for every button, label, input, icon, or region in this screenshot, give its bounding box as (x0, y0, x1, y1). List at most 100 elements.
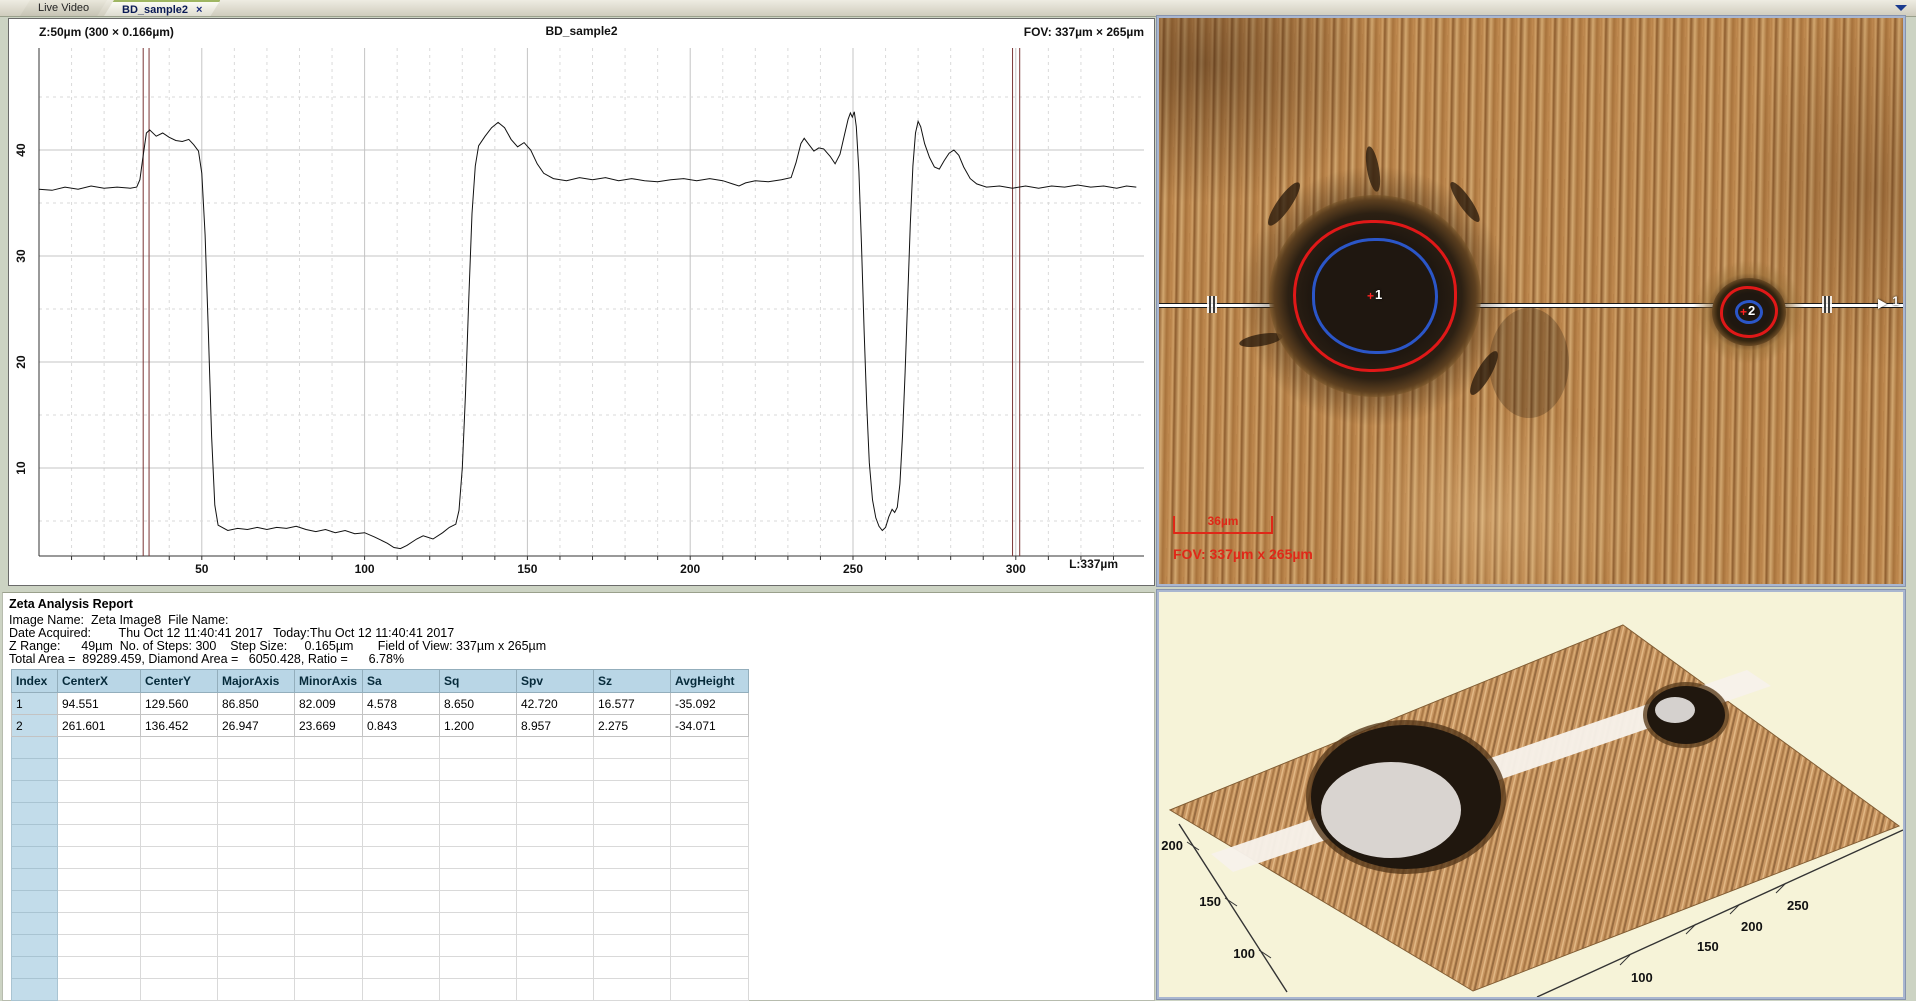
tab-live-video[interactable]: Live Video (20, 0, 107, 16)
empty-table-row[interactable] (12, 913, 749, 935)
empty-cell (594, 935, 671, 957)
value-cell[interactable]: 23.669 (295, 715, 363, 737)
value-cell[interactable]: 4.578 (363, 693, 440, 715)
value-cell[interactable]: 82.009 (295, 693, 363, 715)
tab-bd-sample2[interactable]: BD_sample2× (104, 0, 220, 16)
empty-cell (517, 781, 594, 803)
value-cell[interactable]: -35.092 (671, 693, 749, 715)
close-icon[interactable]: × (196, 4, 202, 16)
column-header-sa: Sa (363, 670, 440, 693)
empty-cell (295, 979, 363, 1001)
empty-cell (440, 869, 517, 891)
crater-2-cut-face (1655, 697, 1695, 723)
table-row[interactable]: 2261.601136.45226.94723.6690.8431.2008.9… (12, 715, 749, 737)
value-cell[interactable]: -34.071 (671, 715, 749, 737)
column-header-sz: Sz (594, 670, 671, 693)
column-header-sq: Sq (440, 670, 517, 693)
empty-table-row[interactable] (12, 847, 749, 869)
value-cell[interactable]: 16.577 (594, 693, 671, 715)
scan-cursor-right[interactable] (1822, 296, 1832, 313)
results-table[interactable]: IndexCenterXCenterYMajorAxisMinorAxisSaS… (11, 669, 749, 1001)
empty-cell (517, 737, 594, 759)
value-cell[interactable]: 26.947 (218, 715, 295, 737)
value-cell[interactable]: 2.275 (594, 715, 671, 737)
scan-cursor-left[interactable] (1207, 296, 1217, 313)
empty-table-row[interactable] (12, 825, 749, 847)
surface-3d-plot[interactable]: 200150100250200150100 (1159, 592, 1903, 997)
empty-cell (440, 825, 517, 847)
empty-cell (363, 781, 440, 803)
value-cell[interactable]: 8.650 (440, 693, 517, 715)
empty-cell (58, 847, 141, 869)
x-tick-label: 200 (680, 562, 700, 576)
empty-cell (141, 847, 218, 869)
empty-cell (218, 891, 295, 913)
empty-cell (594, 869, 671, 891)
empty-table-row[interactable] (12, 759, 749, 781)
empty-cell (218, 737, 295, 759)
empty-cell (295, 891, 363, 913)
empty-cell (363, 957, 440, 979)
value-cell[interactable]: 1.200 (440, 715, 517, 737)
profile-plot[interactable]: 5010015020025030010203040 (9, 19, 1154, 585)
empty-cell (594, 759, 671, 781)
empty-table-row[interactable] (12, 957, 749, 979)
empty-cell (517, 913, 594, 935)
x-tick-label: 50 (195, 562, 209, 576)
empty-cell (12, 891, 58, 913)
y-tick-label: 40 (14, 143, 28, 157)
empty-cell (295, 737, 363, 759)
value-cell[interactable]: 0.843 (363, 715, 440, 737)
empty-cell (671, 759, 749, 781)
empty-cell (594, 847, 671, 869)
value-cell[interactable]: 261.601 (58, 715, 141, 737)
empty-table-row[interactable] (12, 935, 749, 957)
empty-cell (517, 891, 594, 913)
empty-cell (440, 759, 517, 781)
empty-cell (218, 825, 295, 847)
analysis-report-panel: Zeta Analysis Report Image Name: Zeta Im… (2, 592, 1155, 1001)
axis-3d-right-label: 250 (1787, 898, 1809, 913)
empty-cell (58, 913, 141, 935)
value-cell[interactable]: 86.850 (218, 693, 295, 715)
crater-1-center-mark: + (1367, 289, 1374, 303)
empty-cell (12, 979, 58, 1001)
value-cell[interactable]: 42.720 (517, 693, 594, 715)
y-tick-label: 10 (14, 461, 28, 475)
chart-fov-label: FOV: 337µm × 265µm (1024, 25, 1144, 39)
report-area-line: Total Area = 89289.459, Diamond Area = 6… (9, 652, 404, 666)
empty-cell (295, 869, 363, 891)
crater-2-center-mark: + (1740, 305, 1747, 319)
tab-live-video-label: Live Video (38, 2, 89, 14)
empty-cell (363, 737, 440, 759)
empty-cell (440, 737, 517, 759)
value-cell[interactable]: 129.560 (141, 693, 218, 715)
column-header-centerx: CenterX (58, 670, 141, 693)
profile-chart-panel[interactable]: Z:50µm (300 × 0.166µm) BD_sample2 FOV: 3… (8, 18, 1155, 586)
row-index-cell[interactable]: 2 (12, 715, 58, 737)
empty-cell (58, 891, 141, 913)
value-cell[interactable]: 8.957 (517, 715, 594, 737)
empty-table-row[interactable] (12, 803, 749, 825)
empty-table-row[interactable] (12, 979, 749, 1001)
empty-cell (671, 979, 749, 1001)
empty-cell (58, 825, 141, 847)
empty-cell (440, 979, 517, 1001)
value-cell[interactable]: 136.452 (141, 715, 218, 737)
empty-table-row[interactable] (12, 891, 749, 913)
view-3d-panel[interactable]: 200150100250200150100 (1157, 590, 1905, 999)
empty-cell (517, 825, 594, 847)
empty-table-row[interactable] (12, 781, 749, 803)
empty-cell (363, 869, 440, 891)
empty-cell (440, 891, 517, 913)
column-header-minoraxis: MinorAxis (295, 670, 363, 693)
micrograph-panel[interactable]: + 1 + 2 36µm FOV: 337µm x 265µm 1 (1157, 16, 1905, 586)
empty-cell (363, 935, 440, 957)
empty-cell (671, 803, 749, 825)
table-row[interactable]: 194.551129.56086.85082.0094.5788.65042.7… (12, 693, 749, 715)
value-cell[interactable]: 94.551 (58, 693, 141, 715)
empty-table-row[interactable] (12, 869, 749, 891)
empty-table-row[interactable] (12, 737, 749, 759)
row-index-cell[interactable]: 1 (12, 693, 58, 715)
tab-overflow-button[interactable] (1894, 2, 1908, 14)
